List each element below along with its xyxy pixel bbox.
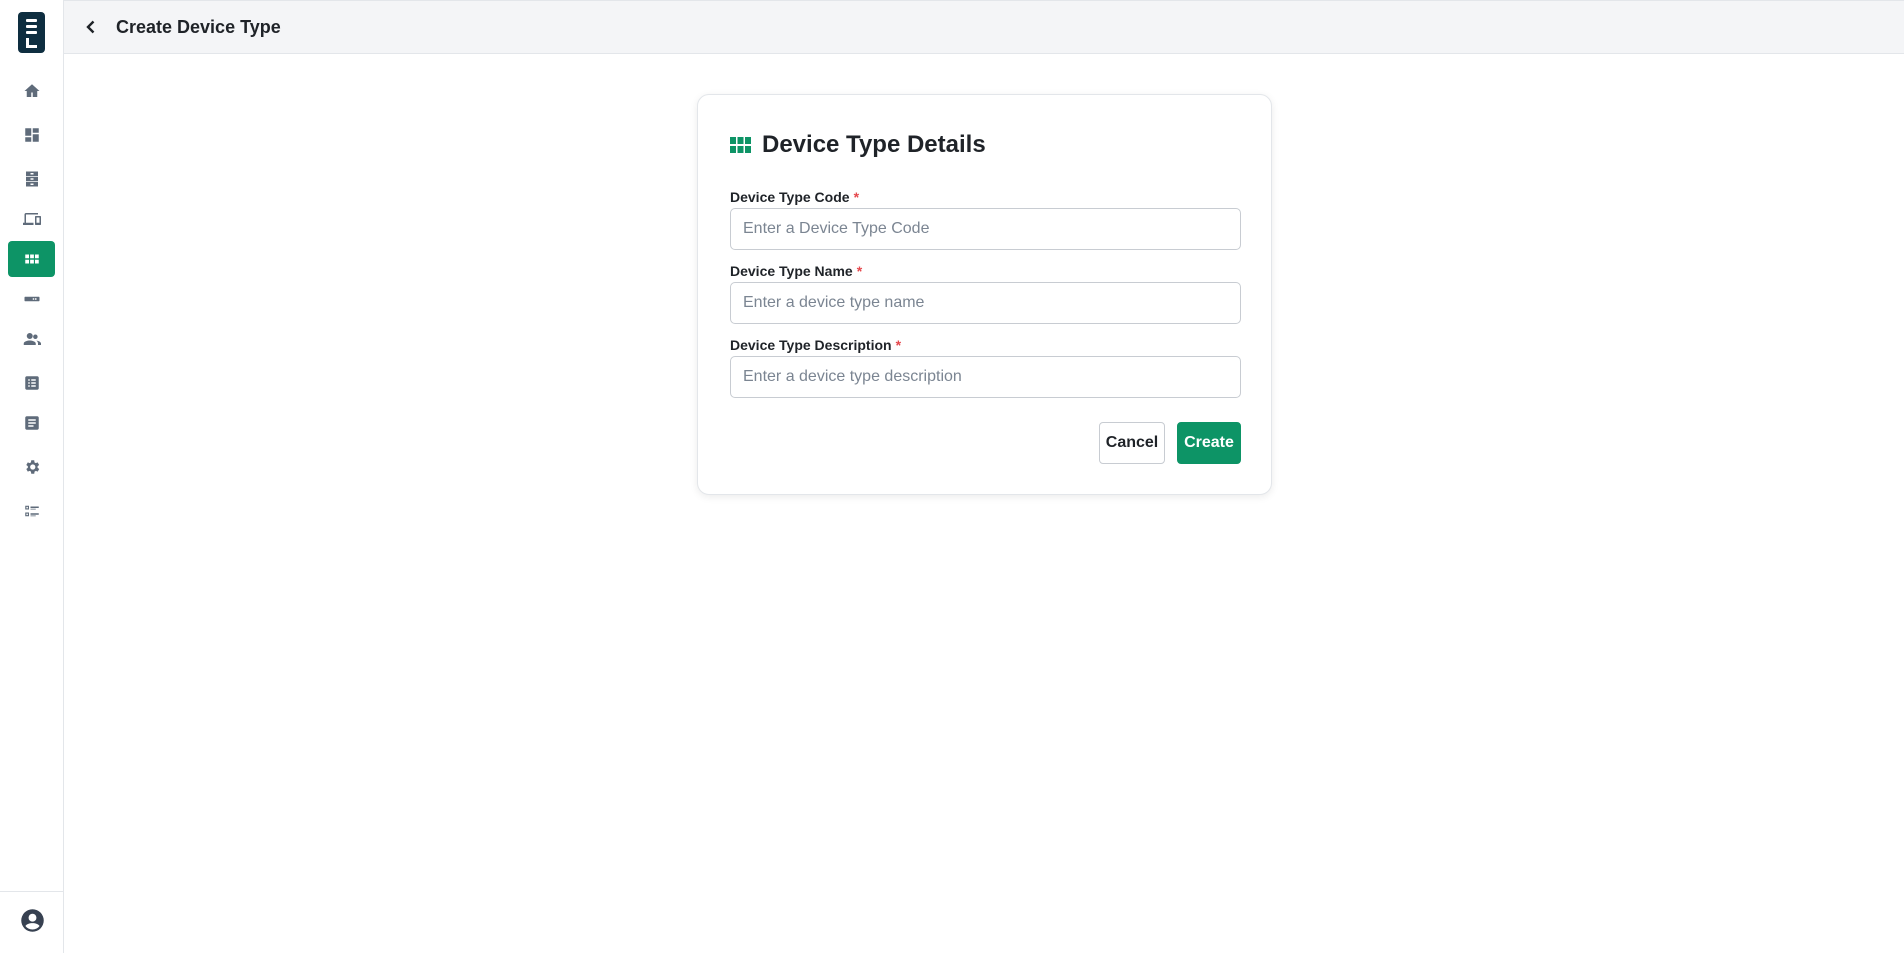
required-mark: * bbox=[853, 189, 860, 205]
sidebar-item-devices[interactable] bbox=[8, 201, 55, 237]
sidebar-item-users[interactable] bbox=[8, 321, 55, 357]
cancel-button[interactable]: Cancel bbox=[1099, 422, 1165, 464]
sidebar-footer bbox=[0, 891, 64, 953]
sidebar-item-inventory[interactable] bbox=[8, 161, 55, 197]
router-icon bbox=[24, 296, 39, 302]
account-circle-icon bbox=[20, 908, 44, 932]
sidebar bbox=[0, 0, 64, 953]
app-logo-icon[interactable] bbox=[18, 12, 45, 53]
grid-icon bbox=[730, 137, 751, 153]
device-type-name-input[interactable] bbox=[730, 282, 1241, 324]
device-type-code-field: Device Type Code * bbox=[730, 188, 1241, 250]
device-type-code-input[interactable] bbox=[730, 208, 1241, 250]
device-type-code-label: Device Type Code bbox=[730, 189, 850, 205]
sidebar-item-dashboard[interactable] bbox=[8, 117, 55, 153]
sidebar-item-device-types[interactable] bbox=[8, 241, 55, 277]
card-title: Device Type Details bbox=[762, 131, 986, 158]
app-root: Create Device Type Device Type Details D… bbox=[0, 0, 1904, 953]
sidebar-item-reports[interactable] bbox=[8, 405, 55, 441]
sidebar-item-lists[interactable] bbox=[8, 365, 55, 401]
device-type-description-label: Device Type Description bbox=[730, 337, 892, 353]
required-mark: * bbox=[856, 263, 863, 279]
gear-icon bbox=[25, 460, 39, 474]
create-button[interactable]: Create bbox=[1177, 422, 1241, 464]
page-header: Create Device Type bbox=[64, 0, 1904, 54]
list-icon bbox=[24, 376, 39, 390]
sidebar-item-checklist[interactable] bbox=[8, 493, 55, 529]
users-icon bbox=[23, 333, 41, 345]
dashboard-icon bbox=[24, 128, 39, 142]
home-icon bbox=[24, 84, 39, 97]
device-type-description-input[interactable] bbox=[730, 356, 1241, 398]
back-button[interactable] bbox=[80, 16, 102, 38]
device-type-description-field: Device Type Description * bbox=[730, 336, 1241, 398]
page-title: Create Device Type bbox=[116, 16, 281, 37]
sidebar-item-hardware[interactable] bbox=[8, 281, 55, 317]
document-icon bbox=[24, 416, 39, 430]
avatar[interactable] bbox=[19, 907, 46, 939]
checklist-icon bbox=[24, 505, 39, 517]
card-header: Device Type Details bbox=[730, 131, 986, 159]
required-mark: * bbox=[895, 337, 902, 353]
cabinet-icon bbox=[25, 171, 38, 187]
sidebar-item-settings[interactable] bbox=[8, 449, 55, 485]
device-type-name-label: Device Type Name bbox=[730, 263, 853, 279]
devices-icon bbox=[22, 213, 41, 225]
device-type-details-card: Device Type Details Device Type Code* De… bbox=[697, 94, 1272, 495]
sidebar-item-home[interactable] bbox=[8, 73, 55, 109]
device-type-name-field: Device Type Name * bbox=[730, 262, 1241, 324]
chevron-left-icon bbox=[86, 20, 95, 34]
grid-icon bbox=[24, 254, 39, 264]
